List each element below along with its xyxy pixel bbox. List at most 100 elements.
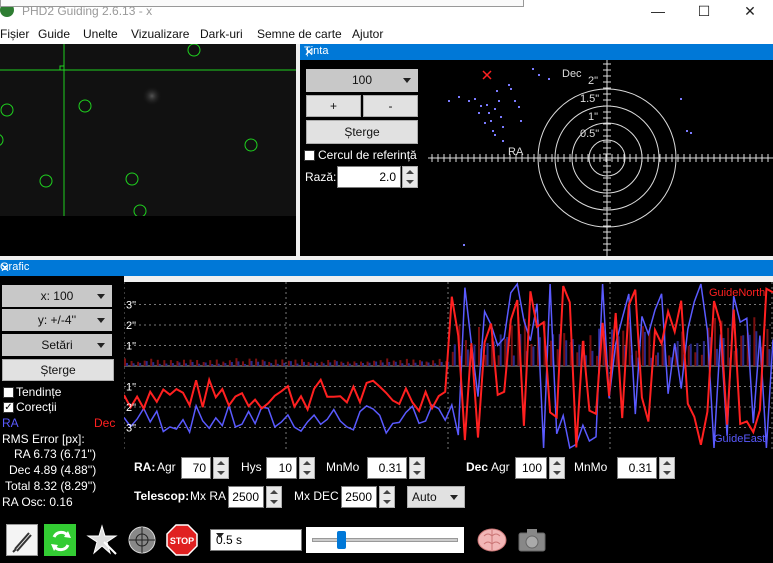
- dec-correction-bar: [504, 338, 507, 366]
- ra-agr-spinner[interactable]: [213, 457, 229, 479]
- menu-guide[interactable]: Guide: [38, 27, 70, 41]
- brain-icon[interactable]: [476, 524, 508, 556]
- target-clear-button[interactable]: Șterge: [306, 120, 418, 144]
- menu-tools[interactable]: Unelte: [83, 27, 118, 41]
- dec-mnmo-spinner[interactable]: [659, 457, 675, 479]
- target-scatter-point: [514, 100, 516, 102]
- dec-agr-input[interactable]: 100: [515, 457, 547, 479]
- target-zoom-in-button[interactable]: +: [306, 95, 361, 117]
- ra-correction-bar: [401, 363, 404, 366]
- dec-correction-bar: [287, 360, 290, 366]
- menu-file[interactable]: Fișier: [0, 27, 29, 41]
- ra-correction-bar: [512, 355, 515, 366]
- corrections-checkbox[interactable]: ✓: [3, 402, 14, 413]
- gamma-slider-thumb[interactable]: [336, 531, 346, 549]
- dec-mode-dropdown[interactable]: Auto: [407, 486, 465, 508]
- graph-panel-titlebar: Grafic ✕: [0, 260, 773, 276]
- camera-settings-icon[interactable]: [516, 524, 548, 556]
- chevron-down-icon: [97, 294, 105, 299]
- dec-correction-bar: [399, 360, 402, 366]
- dec-correction-bar: [405, 358, 408, 366]
- mx-ra-spinner[interactable]: [266, 486, 282, 508]
- stop-icon[interactable]: STOP: [166, 524, 198, 556]
- graph-settings-dropdown[interactable]: Setări: [2, 334, 112, 356]
- ra-correction-bar: [309, 363, 312, 366]
- gamma-slider-track[interactable]: [312, 538, 458, 542]
- target-zoom-out-button[interactable]: -: [363, 95, 418, 117]
- ref-circle-label: Cercul de referință: [318, 148, 417, 162]
- dec-correction-bar: [510, 325, 513, 366]
- dec-correction-bar: [438, 358, 441, 366]
- graph-clear-button[interactable]: Șterge: [2, 359, 114, 381]
- dec-mnmo-input[interactable]: 0.31: [617, 457, 657, 479]
- dec-correction-bar: [641, 326, 644, 366]
- exposure-dropdown[interactable]: 0.5 s: [210, 529, 302, 551]
- ra-correction-bar: [565, 340, 568, 366]
- target-scatter-point: [502, 140, 504, 142]
- dec-correction-bar: [124, 358, 126, 366]
- dec-correction-bar: [530, 343, 533, 366]
- corrections-label: Corecții: [16, 400, 57, 414]
- target-plot: RA Dec 2" 1.5" 1" 0.5": [428, 60, 773, 256]
- graph-close-icon[interactable]: ✕: [0, 261, 769, 275]
- maximize-button[interactable]: ☐: [681, 0, 727, 24]
- auto-select-star-icon[interactable]: [86, 524, 118, 556]
- ra-hys-input[interactable]: 10: [266, 457, 297, 479]
- dec-correction-bar: [392, 360, 395, 366]
- target-close-icon[interactable]: ✕: [304, 45, 769, 59]
- dec-correction-bar: [274, 359, 277, 366]
- ra-correction-bar: [230, 361, 233, 366]
- graph-y-scale-dropdown[interactable]: y: +/-4'': [2, 309, 112, 331]
- chevron-down-icon: [450, 495, 458, 500]
- ra-correction-bar: [643, 331, 646, 366]
- last-point-marker: [482, 70, 492, 80]
- menu-darks[interactable]: Dark-uri: [200, 27, 243, 41]
- loop-icon[interactable]: [44, 524, 76, 556]
- ra-correction-bar: [768, 349, 771, 366]
- ring-label-1-5: 1.5": [580, 93, 599, 105]
- target-scatter-point: [480, 105, 482, 107]
- dec-correction-bar: [694, 352, 697, 366]
- menu-bookmarks[interactable]: Semne de carte: [257, 27, 342, 41]
- menu-help[interactable]: Ajutor: [352, 27, 383, 41]
- mx-dec-label: Mx DEC: [294, 489, 339, 503]
- close-button[interactable]: ✕: [727, 0, 773, 24]
- target-zoom-dropdown[interactable]: 100: [306, 69, 418, 92]
- dec-agr-spinner[interactable]: [549, 457, 565, 479]
- chevron-down-icon: [97, 318, 105, 323]
- target-scatter-point: [488, 112, 490, 114]
- mx-dec-spinner[interactable]: [379, 486, 395, 508]
- dec-correction-bar: [740, 335, 743, 366]
- dec-mnmo-label: MnMo: [574, 460, 608, 474]
- dec-correction-bar: [333, 359, 336, 366]
- trends-checkbox[interactable]: [3, 387, 14, 398]
- ra-correction-bar: [702, 341, 705, 366]
- ra-hys-spinner[interactable]: [299, 457, 315, 479]
- ra-correction-bar: [211, 363, 214, 366]
- target-panel-titlebar: Ținta ✕: [300, 44, 773, 60]
- guide-crosshair-icon[interactable]: [126, 524, 158, 556]
- camera-view[interactable]: [0, 44, 296, 216]
- ra-correction-bar: [427, 362, 430, 366]
- ra-mnmo-input[interactable]: 0.31: [367, 457, 407, 479]
- menu-view[interactable]: Vizualizare: [131, 27, 189, 41]
- mx-ra-input[interactable]: 2500: [228, 486, 264, 508]
- minimize-button[interactable]: —: [635, 0, 681, 24]
- dec-correction-bar: [235, 358, 238, 366]
- ra-mnmo-spinner[interactable]: [409, 457, 425, 479]
- ref-circle-checkbox[interactable]: [304, 150, 315, 161]
- radius-input[interactable]: 2.0: [337, 166, 401, 188]
- ra-correction-bar: [499, 334, 502, 366]
- target-scatter-point: [518, 106, 520, 108]
- star-marker: [187, 44, 201, 57]
- gear-icon[interactable]: [6, 524, 38, 556]
- ra-correction-bar: [217, 363, 220, 366]
- ra-hys-label: Hys: [241, 460, 262, 474]
- ra-agr-input[interactable]: 70: [181, 457, 211, 479]
- rms-title: RMS Error [px]:: [2, 432, 85, 446]
- graph-x-scale-dropdown[interactable]: x: 100: [2, 285, 112, 307]
- mx-dec-input[interactable]: 2500: [341, 486, 377, 508]
- dec-correction-bar: [268, 361, 271, 366]
- dec-correction-bar: [635, 350, 638, 366]
- radius-spinner[interactable]: [402, 166, 418, 188]
